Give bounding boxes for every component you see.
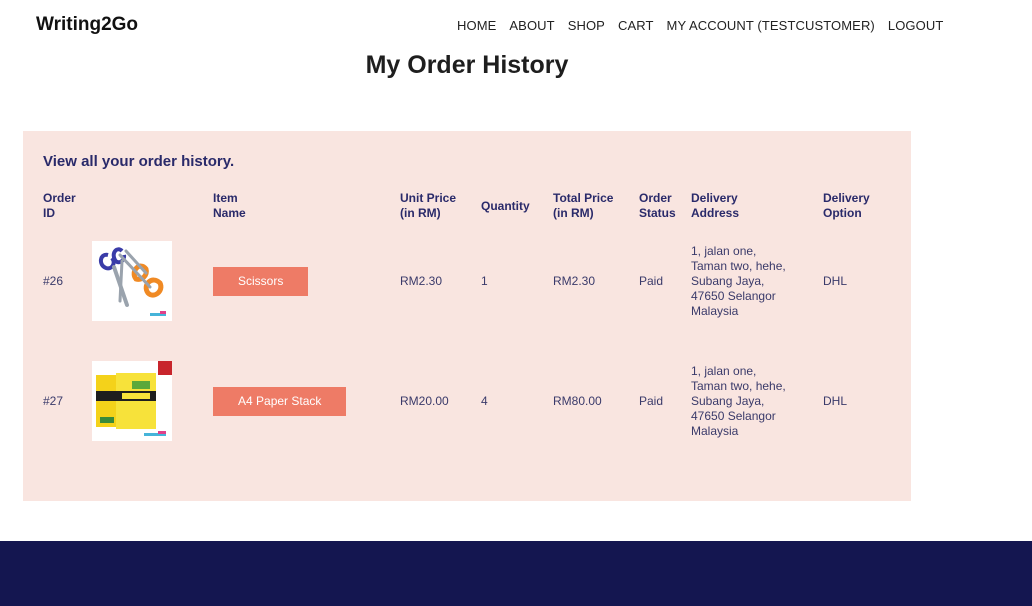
order-status: Paid — [639, 394, 664, 408]
header-delivery-option: Delivery Option — [823, 191, 870, 220]
delivery-option: DHL — [823, 274, 848, 288]
total-price: RM2.30 — [553, 274, 596, 288]
item-name-button[interactable]: Scissors — [213, 267, 309, 296]
header-unit-price: Unit Price (in RM) — [400, 191, 457, 220]
quantity: 4 — [481, 394, 488, 408]
nav-about[interactable]: ABOUT — [509, 18, 554, 33]
order-history-panel: View all your order history. Order ID It… — [23, 131, 911, 501]
scissors-product-image — [92, 241, 172, 321]
delivery-address: 1, jalan one, Taman two, hehe, Subang Ja… — [691, 364, 786, 438]
scissors-icon — [99, 247, 166, 316]
nav-home[interactable]: HOME — [457, 18, 496, 33]
page-title: My Order History — [365, 51, 569, 79]
item-name-button[interactable]: A4 Paper Stack — [213, 387, 347, 416]
nav-my-account[interactable]: MY ACCOUNT (TESTCUSTOMER) — [667, 18, 875, 33]
order-status: Paid — [639, 274, 664, 288]
header-item-name: Item Name — [213, 191, 246, 220]
order-id: #27 — [43, 394, 64, 408]
header-total-price: Total Price (in RM) — [553, 191, 614, 220]
quantity: 1 — [481, 274, 488, 288]
table-row: #26 Scissors RM2.30 1 RM2.30 Paid 1, jal… — [23, 236, 911, 326]
header-delivery-address: Delivery Address — [691, 191, 740, 220]
panel-subtitle: View all your order history. — [43, 153, 235, 170]
brand-logo-text[interactable]: Writing2Go — [36, 14, 138, 36]
nav-shop[interactable]: SHOP — [568, 18, 605, 33]
header-order-id: Order ID — [43, 191, 76, 220]
order-id: #26 — [43, 274, 64, 288]
delivery-option: DHL — [823, 394, 848, 408]
total-price: RM80.00 — [553, 394, 602, 408]
nav-logout[interactable]: LOGOUT — [888, 18, 944, 33]
unit-price: RM20.00 — [400, 394, 449, 408]
a4-paper-product-image — [92, 361, 172, 441]
header-order-status: Order Status — [639, 191, 676, 220]
main-nav: HOME ABOUT SHOP CART MY ACCOUNT (TESTCUS… — [457, 18, 943, 33]
table-row: #27 A4 Paper Stack RM20.00 4 RM80.00 Pai… — [23, 356, 911, 446]
footer — [0, 541, 1032, 606]
paper-ream-icon — [96, 361, 172, 436]
delivery-address: 1, jalan one, Taman two, hehe, Subang Ja… — [691, 244, 786, 318]
header-quantity: Quantity — [481, 199, 530, 213]
unit-price: RM2.30 — [400, 274, 443, 288]
nav-cart[interactable]: CART — [618, 18, 654, 33]
